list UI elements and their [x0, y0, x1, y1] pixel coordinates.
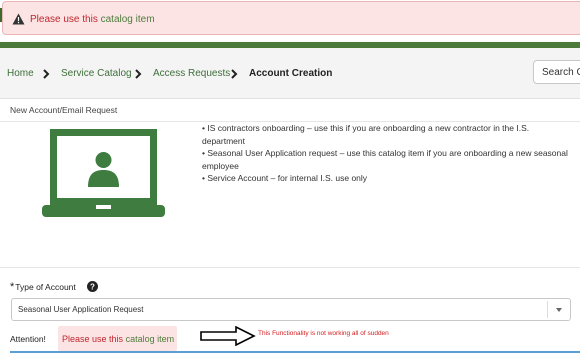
type-of-account-text: Type of Account	[15, 282, 76, 292]
breadcrumb-access-requests[interactable]: Access Requests	[153, 68, 230, 80]
search-input[interactable]	[534, 62, 580, 82]
annotation-note: This Functionality is not working all of…	[258, 330, 389, 337]
description-line: • IS contractors onboarding – use this i…	[202, 123, 530, 146]
type-of-account-label: *Type of Account	[10, 281, 76, 293]
help-icon[interactable]: ?	[87, 281, 98, 292]
item-description: • IS contractors onboarding – use this i…	[202, 122, 572, 185]
select-separator	[547, 301, 548, 318]
chevron-down-icon	[556, 308, 562, 312]
breadcrumb-account-creation: Account Creation	[249, 68, 333, 79]
attention-text: Please use this	[62, 334, 124, 344]
catalog-item-title: New Account/Email Request	[10, 105, 118, 115]
select-value: Seasonal User Application Request	[18, 305, 144, 314]
search-box	[533, 60, 580, 84]
chevron-right-icon	[43, 69, 50, 79]
type-of-account-select[interactable]: Seasonal User Application Request	[11, 298, 571, 321]
alert-catalog-link[interactable]: catalog item	[101, 14, 155, 25]
attention-label: Attention!	[10, 334, 46, 344]
breadcrumb-service-catalog[interactable]: Service Catalog	[61, 68, 132, 80]
svg-text:?: ?	[90, 283, 95, 292]
alert-message: Please use this catalog item	[30, 14, 155, 26]
attention-message-box: Please use this catalog item	[58, 326, 177, 351]
description-line: • Seasonal User Application request – us…	[202, 148, 568, 171]
divider	[0, 267, 580, 268]
breadcrumb-home[interactable]: Home	[7, 68, 34, 80]
description-line: • Service Account – for internal I.S. us…	[202, 173, 368, 183]
alert-text: Please use this	[30, 14, 98, 25]
attention-message: Please use this catalog item	[62, 334, 174, 345]
required-marker: *	[10, 281, 15, 293]
laptop-user-icon	[42, 129, 165, 217]
attention-catalog-link[interactable]: catalog item	[126, 334, 175, 344]
chevron-right-icon	[231, 69, 238, 79]
arrow-right-icon	[200, 326, 256, 346]
warning-icon	[12, 13, 25, 25]
chevron-right-icon	[135, 69, 142, 79]
breadcrumb: Home Service Catalog Access Requests Acc…	[0, 48, 580, 99]
alert-banner: Please use this catalog item	[2, 1, 580, 35]
